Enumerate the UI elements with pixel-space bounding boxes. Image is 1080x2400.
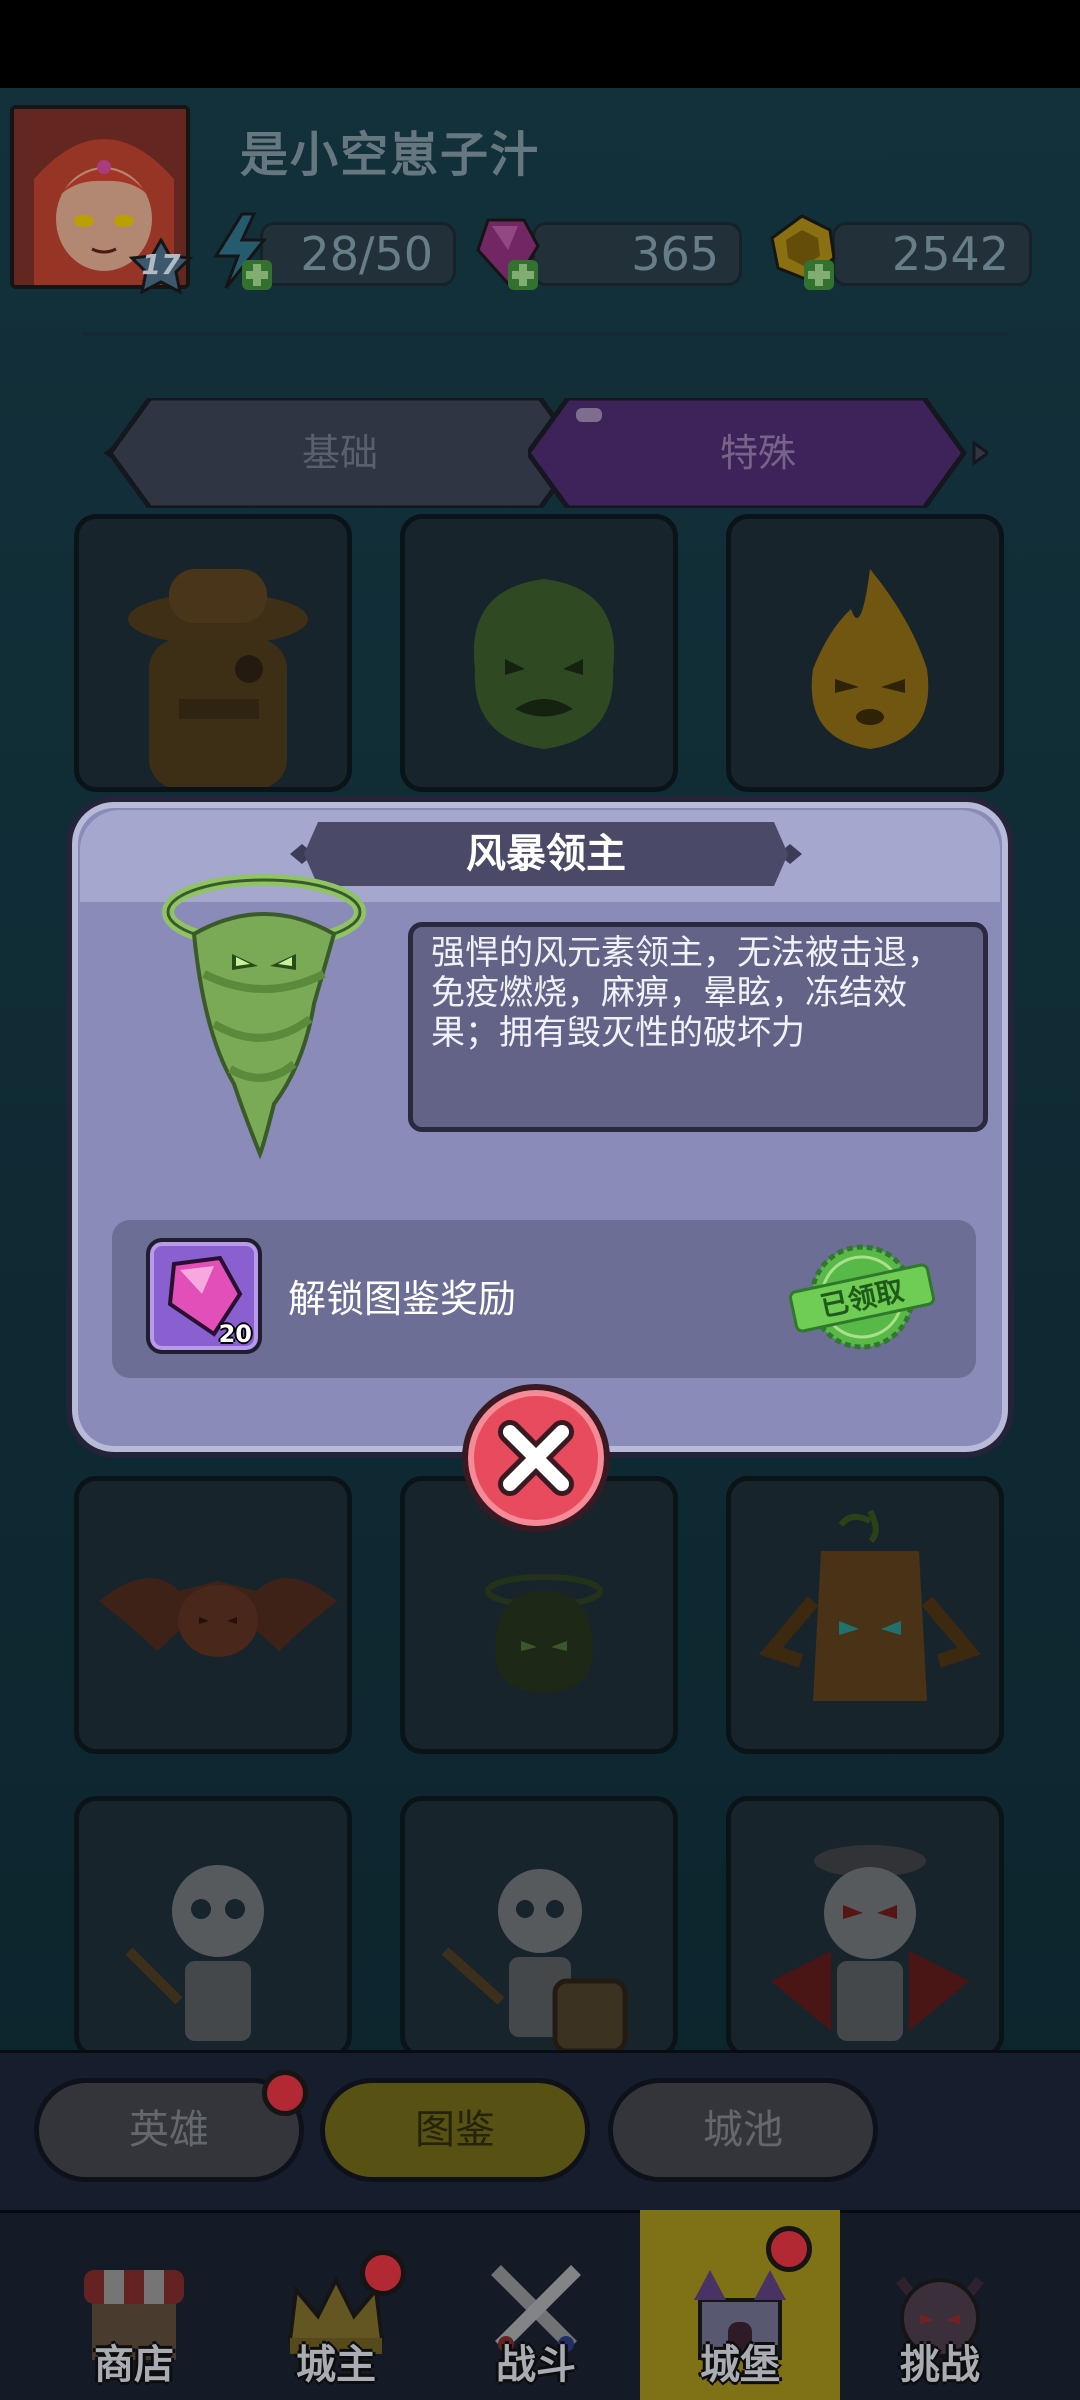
player-name: 是小空崽子汁	[240, 127, 541, 183]
nav-shop[interactable]: 商店	[34, 2210, 234, 2400]
gem-add-button[interactable]	[468, 210, 548, 294]
header-divider	[82, 332, 1008, 336]
monster-card[interactable]	[74, 514, 352, 792]
green-slime-icon	[473, 579, 615, 749]
collection-reward-row: 20 解锁图鉴奖励 已领取	[112, 1220, 976, 1378]
lightning-icon	[213, 212, 272, 290]
monster-card[interactable]	[726, 514, 1004, 792]
heroes-notification-badge	[262, 2070, 308, 2116]
skeleton-icon	[125, 1865, 264, 2041]
nav-challenge[interactable]: 挑战	[840, 2210, 1040, 2400]
monster-description: 强悍的风元素领主，无法被击退，免疫燃烧，麻痹，晕眩，冻结效果；拥有毁灭性的破坏力	[408, 922, 988, 1132]
nav-challenge-label: 挑战	[900, 2342, 980, 2388]
monster-card[interactable]	[726, 1476, 1004, 1754]
tab-special-label: 特殊	[719, 431, 796, 475]
reward-label: 解锁图鉴奖励	[288, 1277, 517, 1321]
claimed-badge-icon: 已领取	[788, 1244, 936, 1350]
treant-icon	[759, 1509, 981, 1701]
subtab-cities[interactable]: 城池	[608, 2078, 878, 2182]
gem-reward-item[interactable]: 20	[146, 1238, 262, 1354]
nav-lord-label: 城主	[296, 2342, 376, 2388]
claimed-stamp: 已领取	[788, 1238, 936, 1356]
energy-add-button[interactable]	[202, 210, 282, 294]
coin-icon	[770, 214, 836, 290]
storm-lord-icon	[162, 874, 366, 1160]
nav-battle-label: 战斗	[496, 2342, 576, 2388]
monster-detail-dialog: 风暴领主 强悍的风元素领主，无法被击退，免疫燃烧，麻痹，晕眩，冻结效果；拥有毁灭…	[66, 796, 1014, 1458]
nav-battle[interactable]: 战斗	[436, 2210, 636, 2400]
close-icon	[498, 1420, 574, 1496]
monster-card[interactable]	[726, 1796, 1004, 2058]
cowboy-monster-icon	[128, 569, 308, 787]
status-bar	[0, 0, 1080, 88]
nav-lord[interactable]: 城主	[236, 2210, 436, 2400]
reward-count: 20	[218, 1320, 252, 1348]
coin-counter: 2542	[832, 222, 1032, 286]
tab-special[interactable]: 特殊	[528, 398, 988, 508]
gem-counter: 365	[532, 222, 742, 286]
level-number: 17	[141, 248, 181, 281]
monster-card[interactable]	[400, 514, 678, 792]
monster-card[interactable]	[74, 1796, 352, 2058]
fire-spirit-icon	[811, 569, 929, 749]
castle-notification-badge	[766, 2226, 812, 2272]
level-badge: 17	[128, 236, 194, 295]
energy-counter: 28/50	[260, 222, 456, 286]
lord-notification-badge	[360, 2250, 406, 2296]
tab-basic-label: 基础	[301, 431, 378, 475]
skeleton-shield-icon	[441, 1869, 628, 2053]
subtab-collection[interactable]: 图鉴	[320, 2078, 590, 2182]
coin-add-button[interactable]	[764, 210, 844, 294]
nav-shop-label: 商店	[94, 2342, 174, 2388]
nav-castle[interactable]: 城堡	[640, 2210, 840, 2400]
tab-basic[interactable]: 基础	[100, 398, 580, 508]
skeleton-king-icon	[771, 1845, 969, 2041]
bat-icon	[99, 1578, 337, 1657]
monster-card[interactable]	[74, 1476, 352, 1754]
close-dialog-button[interactable]	[462, 1384, 610, 1532]
nav-castle-label: 城堡	[700, 2342, 780, 2388]
gem-icon	[476, 218, 540, 291]
monster-card[interactable]	[400, 1796, 678, 2058]
